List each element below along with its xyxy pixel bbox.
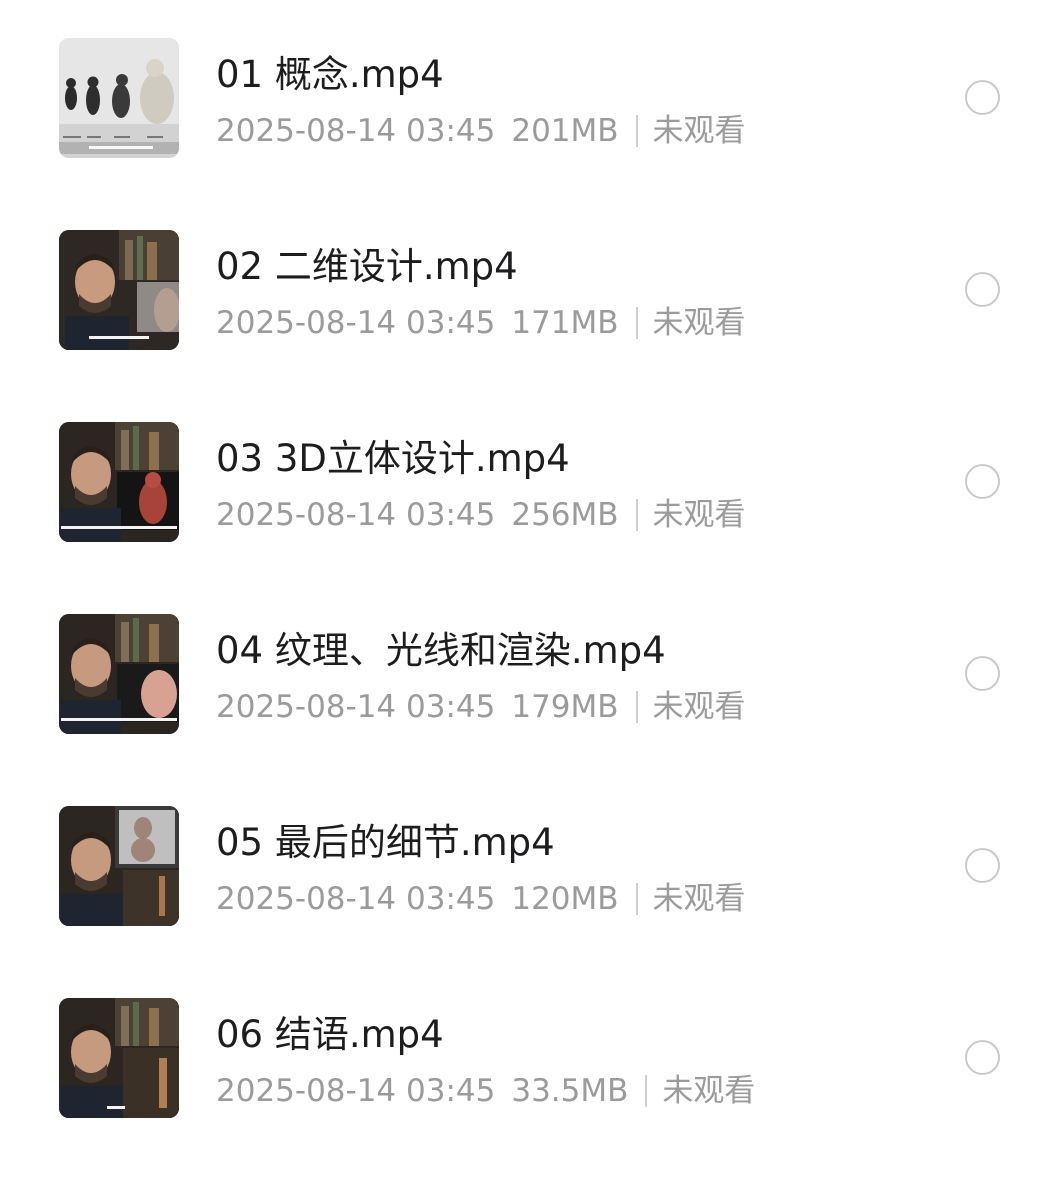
divider [635,883,638,915]
select-radio-button[interactable] [965,464,1000,499]
file-size: 201MB [511,113,619,149]
apes-lineup-thumbnail-icon [59,38,179,158]
file-meta: 2025-08-14 03:45 179MB 未观看 [216,686,746,728]
file-size: 171MB [511,305,619,341]
video-thumbnail [59,38,179,158]
file-date: 2025-08-14 03:45 [216,497,496,533]
list-item[interactable]: 04 纹理、光线和渲染.mp4 2025-08-14 03:45 179MB 未… [0,576,1052,768]
file-size: 120MB [511,881,619,917]
video-thumbnail [59,230,179,350]
video-thumbnail [59,422,179,542]
file-name: 04 纹理、光线和渲染.mp4 [216,629,666,672]
file-name: 06 结语.mp4 [216,1013,444,1056]
select-radio-button[interactable] [965,80,1000,115]
file-meta: 2025-08-14 03:45 256MB 未观看 [216,494,746,536]
select-radio-button[interactable] [965,272,1000,307]
select-radio-button[interactable] [965,848,1000,883]
file-meta: 2025-08-14 03:45 171MB 未观看 [216,302,746,344]
watch-status: 未观看 [652,881,746,917]
list-item[interactable]: 06 结语.mp4 2025-08-14 03:45 33.5MB 未观看 [0,960,1052,1152]
select-radio-button[interactable] [965,656,1000,691]
file-size: 179MB [511,689,619,725]
watch-status: 未观看 [652,305,746,341]
file-meta: 2025-08-14 03:45 33.5MB 未观看 [216,1070,755,1112]
watch-status: 未观看 [652,497,746,533]
file-date: 2025-08-14 03:45 [216,305,496,341]
select-radio-button[interactable] [965,1040,1000,1075]
file-name: 03 3D立体设计.mp4 [216,437,570,480]
file-meta: 2025-08-14 03:45 201MB 未观看 [216,110,746,152]
video-thumbnail [59,998,179,1118]
file-meta: 2025-08-14 03:45 120MB 未观看 [216,878,746,920]
watch-status: 未观看 [662,1073,756,1109]
divider [635,307,638,339]
file-date: 2025-08-14 03:45 [216,113,496,149]
presenter-thumbnail-icon [59,806,179,926]
file-name: 01 概念.mp4 [216,53,444,96]
list-item[interactable]: 03 3D立体设计.mp4 2025-08-14 03:45 256MB 未观看 [0,384,1052,576]
presenter-thumbnail-icon [59,614,179,734]
presenter-thumbnail-icon [59,998,179,1118]
list-item[interactable]: 02 二维设计.mp4 2025-08-14 03:45 171MB 未观看 [0,192,1052,384]
file-name: 02 二维设计.mp4 [216,245,518,288]
watch-status: 未观看 [652,689,746,725]
video-thumbnail [59,806,179,926]
file-name: 05 最后的细节.mp4 [216,821,555,864]
watch-status: 未观看 [652,113,746,149]
file-date: 2025-08-14 03:45 [216,881,496,917]
divider [635,691,638,723]
list-item[interactable]: 01 概念.mp4 2025-08-14 03:45 201MB 未观看 [0,0,1052,192]
divider [645,1075,648,1107]
file-date: 2025-08-14 03:45 [216,689,496,725]
file-size: 256MB [511,497,619,533]
file-size: 33.5MB [511,1073,629,1109]
video-thumbnail [59,614,179,734]
file-date: 2025-08-14 03:45 [216,1073,496,1109]
presenter-thumbnail-icon [59,230,179,350]
list-item[interactable]: 05 最后的细节.mp4 2025-08-14 03:45 120MB 未观看 [0,768,1052,960]
divider [635,499,638,531]
divider [635,115,638,147]
presenter-thumbnail-icon [59,422,179,542]
